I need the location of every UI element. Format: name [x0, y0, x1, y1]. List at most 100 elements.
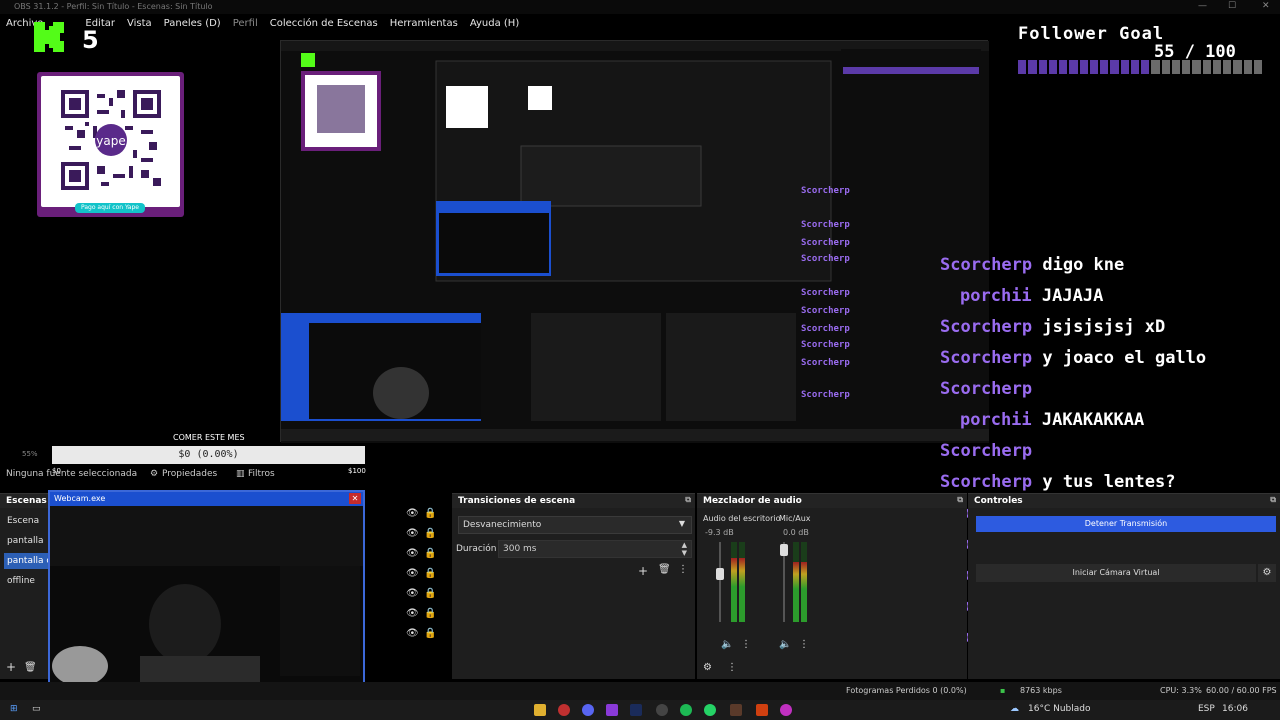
task-view-icon[interactable]: ▭ [32, 704, 41, 714]
source-row[interactable]: 👁 🔒 [406, 508, 446, 524]
money-goal-bar: $0 (0.00%) [52, 446, 365, 464]
mixer-menu-icon[interactable]: ⋮ [727, 662, 737, 673]
spotify-icon[interactable] [680, 704, 692, 716]
scene-item[interactable]: Escena [4, 513, 48, 529]
discord-icon[interactable] [582, 704, 594, 716]
scene-item[interactable]: pantalla [4, 533, 48, 549]
undock-icon[interactable]: ⧉ [685, 495, 691, 505]
duration-value: 300 ms [503, 544, 537, 554]
more-options-icon[interactable]: ⋮ [741, 639, 751, 650]
lock-icon[interactable]: 🔒 [424, 548, 436, 559]
chat-username: porchii [960, 410, 1032, 430]
desktop-audio-meter [731, 542, 737, 622]
webcam-feed-image [50, 506, 363, 683]
windows-start-icon[interactable]: ⊞ [10, 704, 18, 714]
app-icon[interactable] [606, 704, 618, 716]
source-row[interactable]: 👁 🔒 [406, 628, 446, 644]
mixer-title: Mezclador de audio [703, 496, 802, 506]
taskbar: ⊞ ▭ ☁ 16°C Nublado ESP 16:06 [0, 700, 1280, 720]
lock-icon[interactable]: 🔒 [424, 588, 436, 599]
menu-paneles[interactable]: Paneles (D) [164, 16, 221, 32]
clock[interactable]: 16:06 [1222, 704, 1248, 714]
chevron-down-icon: ▼ [678, 519, 685, 528]
undock-icon[interactable]: ⧉ [957, 495, 963, 505]
money-goal-title: COMER ESTE MES [173, 433, 245, 442]
stop-stream-button[interactable]: Detener Transmisión [976, 516, 1276, 532]
language-indicator[interactable]: ESP [1198, 704, 1215, 714]
goal-segment [1059, 60, 1068, 74]
visibility-eye-icon[interactable]: 👁 [406, 568, 419, 579]
mixer-settings-icon[interactable]: ⚙ [703, 662, 712, 673]
lock-icon[interactable]: 🔒 [424, 628, 436, 639]
source-row[interactable]: 👁 🔒 [406, 528, 446, 544]
speaker-icon[interactable]: 🔈 [721, 639, 733, 650]
visibility-eye-icon[interactable]: 👁 [406, 508, 419, 519]
opera-icon[interactable] [558, 704, 570, 716]
app-icon[interactable] [756, 704, 768, 716]
webcam-close-button[interactable]: ✕ [349, 493, 361, 504]
meter-level [801, 562, 807, 622]
remove-transition-button[interactable]: 🗑 [658, 564, 671, 575]
virtual-camera-button[interactable]: Iniciar Cámara Virtual [976, 564, 1256, 582]
app-icon[interactable] [730, 704, 742, 716]
mic-fader[interactable] [780, 542, 788, 622]
minimize-button[interactable]: — [1198, 1, 1207, 11]
desktop-audio-db: -9.3 dB [705, 528, 734, 537]
fps: 60.00 / 60.00 FPS [1206, 686, 1277, 695]
fader-knob[interactable] [716, 568, 724, 580]
lock-icon[interactable]: 🔒 [424, 508, 436, 519]
weather-text[interactable]: 16°C Nublado [1028, 704, 1090, 714]
fader-knob[interactable] [780, 544, 788, 556]
chat-text: digo kne [1042, 255, 1125, 275]
source-row[interactable]: 👁 🔒 [406, 568, 446, 584]
goal-segment [1223, 60, 1232, 74]
source-row[interactable]: 👁 🔒 [406, 608, 446, 624]
transition-menu-button[interactable]: ⋮ [678, 564, 688, 575]
lock-icon[interactable]: 🔒 [424, 568, 436, 579]
source-row[interactable]: 👁 🔒 [406, 588, 446, 604]
desktop-audio-fader[interactable] [716, 542, 724, 622]
transition-select[interactable]: Desvanecimiento ▼ [458, 516, 692, 534]
menu-coleccion[interactable]: Colección de Escenas [270, 16, 378, 32]
file-explorer-icon[interactable] [534, 704, 546, 716]
app-icon[interactable] [780, 704, 792, 716]
visibility-eye-icon[interactable]: 👁 [406, 608, 419, 619]
gear-icon: ⚙ [150, 469, 159, 479]
source-row[interactable]: 👁 🔒 [406, 548, 446, 564]
visibility-eye-icon[interactable]: 👁 [406, 588, 419, 599]
speaker-icon[interactable]: 🔈 [779, 639, 791, 650]
webcam-window[interactable]: Webcam.exe ✕ [48, 490, 365, 685]
scene-item-selected[interactable]: pantalla con cam [4, 553, 48, 569]
remove-scene-button[interactable]: 🗑 [24, 662, 37, 673]
photoshop-icon[interactable] [630, 704, 642, 716]
properties-button[interactable]: Propiedades [162, 469, 217, 479]
visibility-eye-icon[interactable]: 👁 [406, 528, 419, 539]
maximize-button[interactable]: ☐ [1228, 1, 1236, 11]
whatsapp-icon[interactable] [704, 704, 716, 716]
add-transition-button[interactable]: + [638, 564, 648, 578]
more-options-icon[interactable]: ⋮ [799, 639, 809, 650]
obs-icon[interactable] [656, 704, 668, 716]
lock-icon[interactable]: 🔒 [424, 528, 436, 539]
svg-text:Scorcherp: Scorcherp [801, 324, 850, 334]
visibility-eye-icon[interactable]: 👁 [406, 628, 419, 639]
close-window-button[interactable]: ✕ [1262, 1, 1270, 11]
chat-username: porchii [960, 286, 1032, 306]
filters-button[interactable]: Filtros [248, 469, 275, 479]
duration-input[interactable]: 300 ms ▲ ▼ [498, 540, 692, 558]
scene-item[interactable]: offline [4, 573, 48, 589]
menu-ayuda[interactable]: Ayuda (H) [470, 16, 519, 32]
virtual-camera-settings-icon[interactable]: ⚙ [1258, 564, 1276, 582]
menu-perfil[interactable]: Perfil [233, 16, 258, 32]
lock-icon[interactable]: 🔒 [424, 608, 436, 619]
menu-herramientas[interactable]: Herramientas [390, 16, 458, 32]
undock-icon[interactable]: ⧉ [1270, 495, 1276, 505]
filter-icon: ▥ [236, 469, 245, 479]
add-scene-button[interactable]: + [6, 660, 16, 674]
stepper-icon[interactable]: ▲ ▼ [682, 541, 687, 557]
chat-username: Scorcherp [940, 255, 1033, 275]
goal-segment [1253, 60, 1262, 74]
chat-text: JAJAJA [1041, 286, 1104, 306]
menu-vista[interactable]: Vista [127, 16, 152, 32]
visibility-eye-icon[interactable]: 👁 [406, 548, 419, 559]
